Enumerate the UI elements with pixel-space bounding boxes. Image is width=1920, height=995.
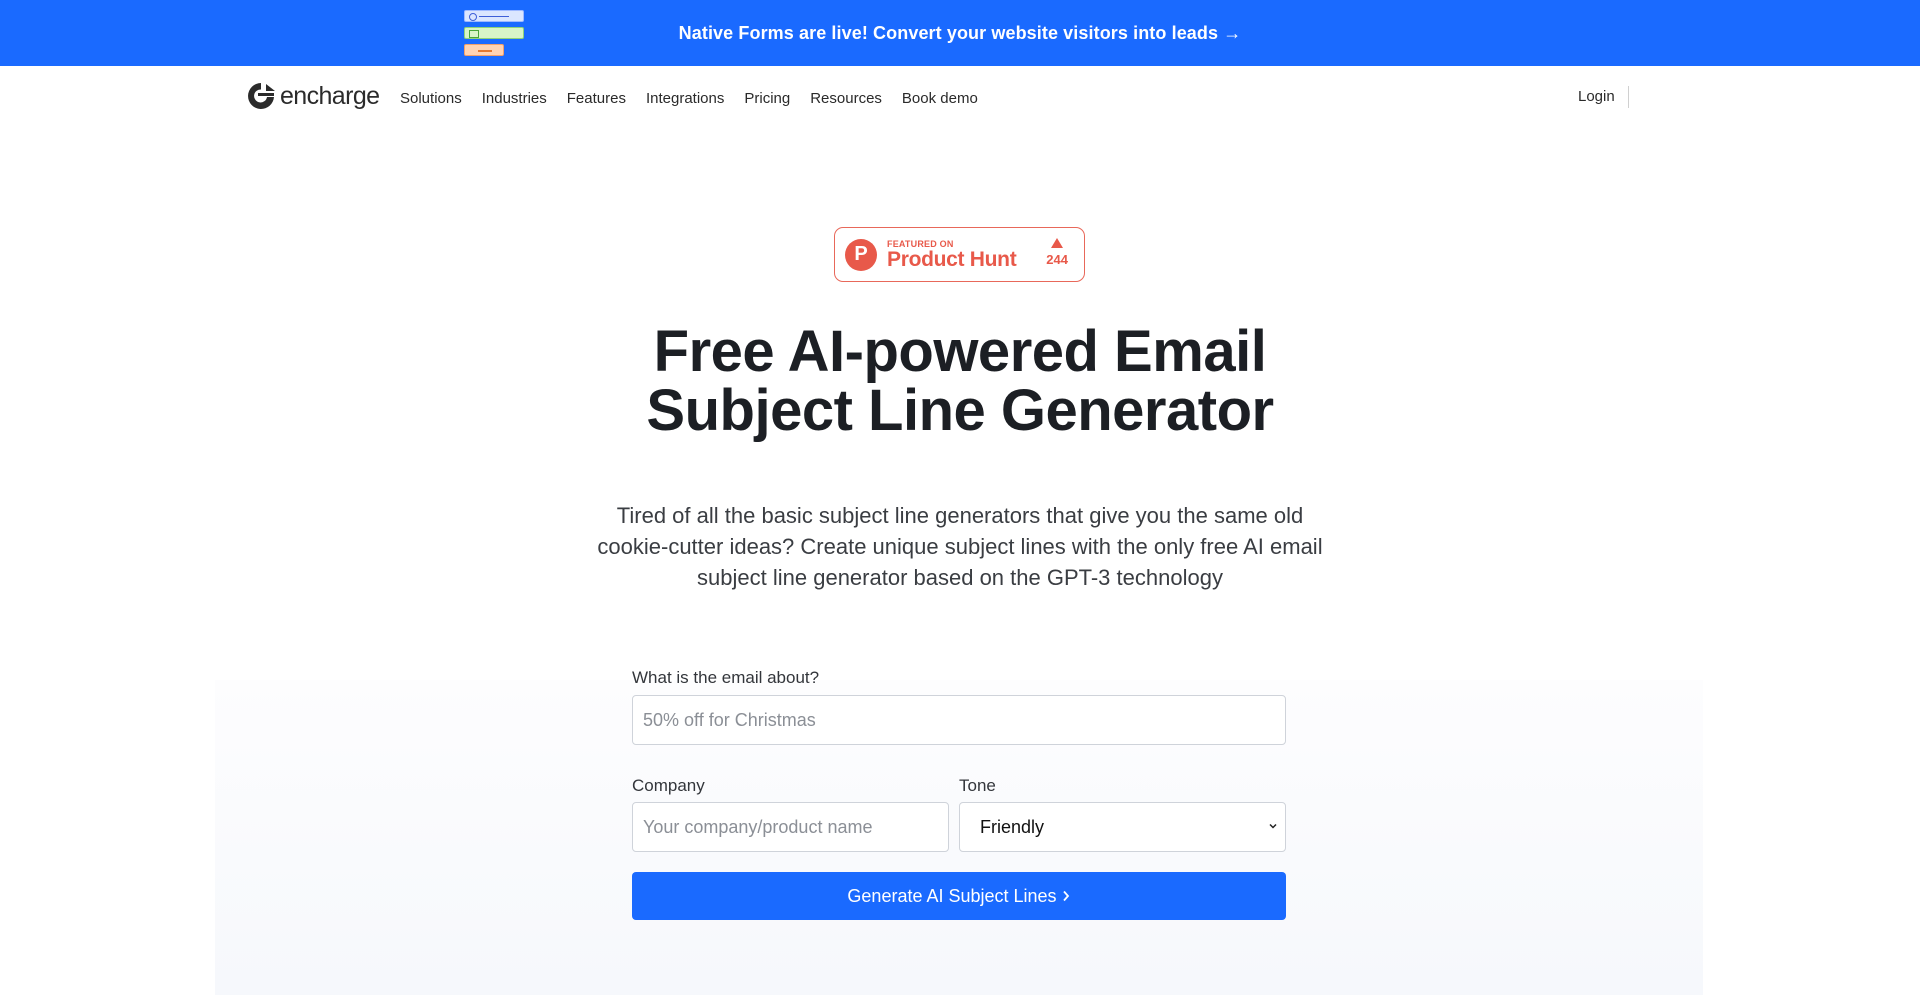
product-hunt-text: FEATURED ON Product Hunt — [887, 238, 1017, 271]
company-input[interactable] — [632, 802, 949, 852]
product-hunt-vote-count: 244 — [1046, 252, 1068, 267]
form-row-email-icon — [464, 27, 524, 39]
upvote-triangle-icon — [1051, 238, 1064, 248]
nav-item-integrations[interactable]: Integrations — [646, 90, 724, 107]
announcement-bar[interactable]: Native Forms are live! Convert your webs… — [0, 0, 1920, 66]
company-label: Company — [632, 776, 705, 795]
page-title: Free AI-powered Email Subject Line Gener… — [560, 322, 1360, 440]
tone-label: Tone — [959, 776, 996, 795]
hero-subtitle: Tired of all the basic subject line gene… — [597, 503, 1323, 590]
tone-select[interactable]: Friendly — [959, 802, 1286, 852]
announcement-link[interactable]: Native Forms are live! Convert your webs… — [679, 23, 1242, 44]
logo-text: encharge — [280, 81, 380, 110]
email-about-label: What is the email about? — [632, 668, 820, 687]
form-row-button-icon — [464, 44, 504, 56]
generate-subject-lines-button[interactable]: Generate AI Subject Lines — [632, 872, 1286, 920]
logo[interactable]: encharge — [245, 80, 380, 112]
product-hunt-badge[interactable]: P FEATURED ON Product Hunt 244 — [834, 227, 1085, 282]
email-about-input[interactable] — [632, 695, 1286, 745]
form-illustration-icon — [464, 10, 526, 56]
nav-menu: Solutions Industries Features Integratio… — [400, 66, 998, 130]
generate-button-label: Generate AI Subject Lines — [847, 885, 1057, 906]
page-title-line-2: Subject Line Generator — [646, 378, 1274, 443]
nav-item-resources[interactable]: Resources — [810, 90, 882, 107]
nav-divider — [1628, 86, 1629, 108]
nav-item-book-demo[interactable]: Book demo — [902, 90, 978, 107]
nav-item-industries[interactable]: Industries — [482, 90, 547, 107]
tone-selected-value: Friendly — [980, 816, 1045, 837]
form-row-name-icon — [464, 10, 524, 22]
nav-item-solutions[interactable]: Solutions — [400, 90, 462, 107]
product-hunt-votes: 244 — [1046, 238, 1068, 267]
chevron-down-icon — [1269, 823, 1277, 829]
product-hunt-logo-letter: P — [854, 243, 868, 265]
product-hunt-featured-label: FEATURED ON — [887, 238, 954, 249]
page-title-line-1: Free AI-powered Email — [653, 319, 1267, 384]
main-nav: encharge Solutions Industries Features I… — [0, 66, 1920, 130]
product-hunt-name: Product Hunt — [887, 247, 1017, 271]
encharge-logo-icon — [248, 83, 275, 109]
chevron-right-icon — [1062, 890, 1069, 902]
nav-item-features[interactable]: Features — [567, 90, 626, 107]
login-link[interactable]: Login — [1578, 88, 1615, 105]
nav-item-pricing[interactable]: Pricing — [744, 90, 790, 107]
product-hunt-logo-icon: P — [845, 238, 877, 271]
